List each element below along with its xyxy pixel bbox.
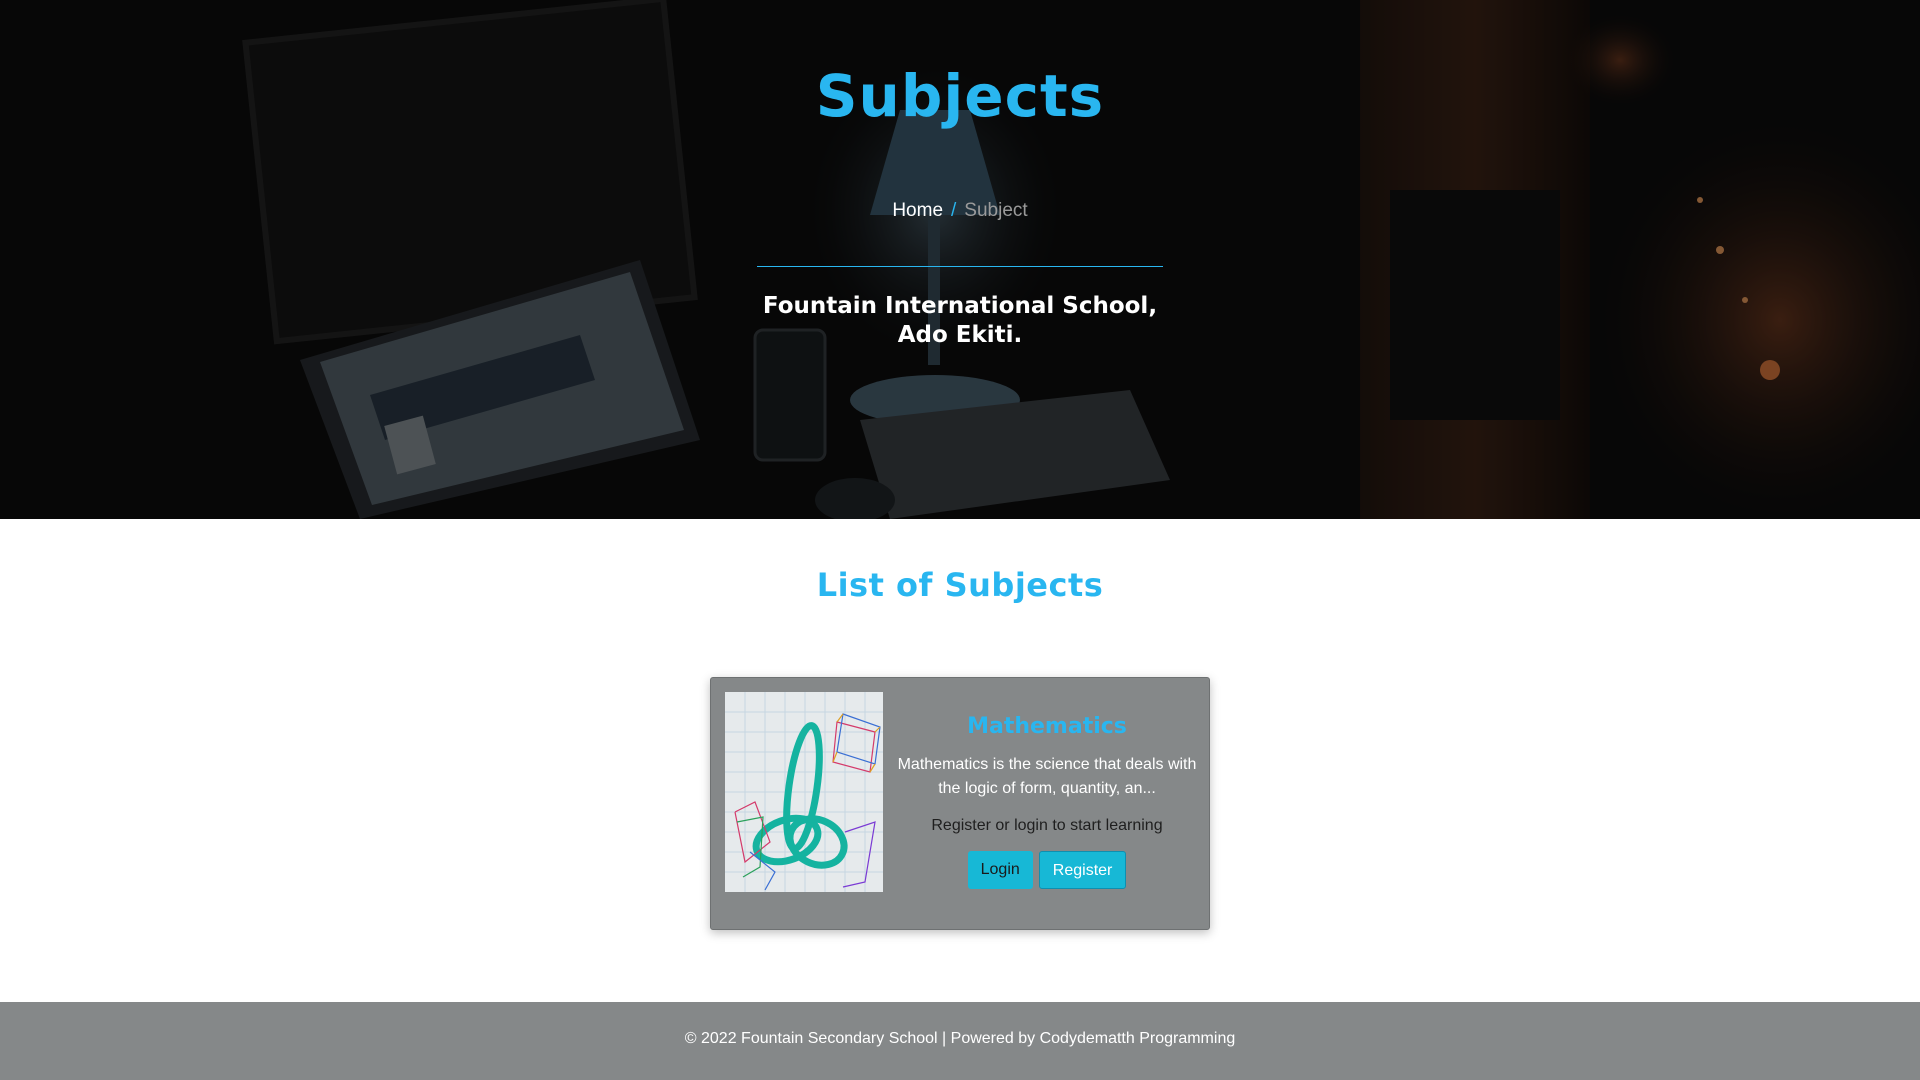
subject-image [725,692,883,892]
breadcrumb-home-link[interactable]: Home [892,200,943,221]
breadcrumb: Home / Subject [0,200,1920,222]
register-button[interactable]: Register [1038,851,1127,889]
subject-description: Mathematics is the science that deals wi… [897,756,1197,797]
breadcrumb-current: Subject [964,200,1028,221]
subject-actions: Login Register [897,851,1197,889]
school-name: Fountain International School, Ado Ekiti… [0,292,1920,350]
hero-content: Subjects Home / Subject Fountain Internati… [0,0,1920,519]
subject-access-note: Register or login to start learning [931,817,1163,834]
hero-banner: Subjects Home / Subject Fountain Internati… [0,0,1920,519]
hero-divider [757,266,1163,267]
footer-copyright: © 2022 Fountain Secondary School | Power… [684,1030,1236,1047]
school-name-line-2: Ado Ekiti. [897,322,1023,348]
section-title: List of Subjects [816,566,1104,604]
math-knot-illustration [725,692,883,892]
school-name-line-1: Fountain International School, [762,293,1158,319]
breadcrumb-separator: / [951,200,957,221]
login-button[interactable]: Login [967,851,1033,889]
page-title: Subjects [815,62,1105,130]
subject-card: Mathematics Mathematics is the science t… [710,677,1210,930]
footer: © 2022 Fountain Secondary School | Power… [0,1002,1920,1080]
subject-title[interactable]: Mathematics [897,714,1197,739]
subject-card-body: Mathematics Mathematics is the science t… [897,692,1197,889]
